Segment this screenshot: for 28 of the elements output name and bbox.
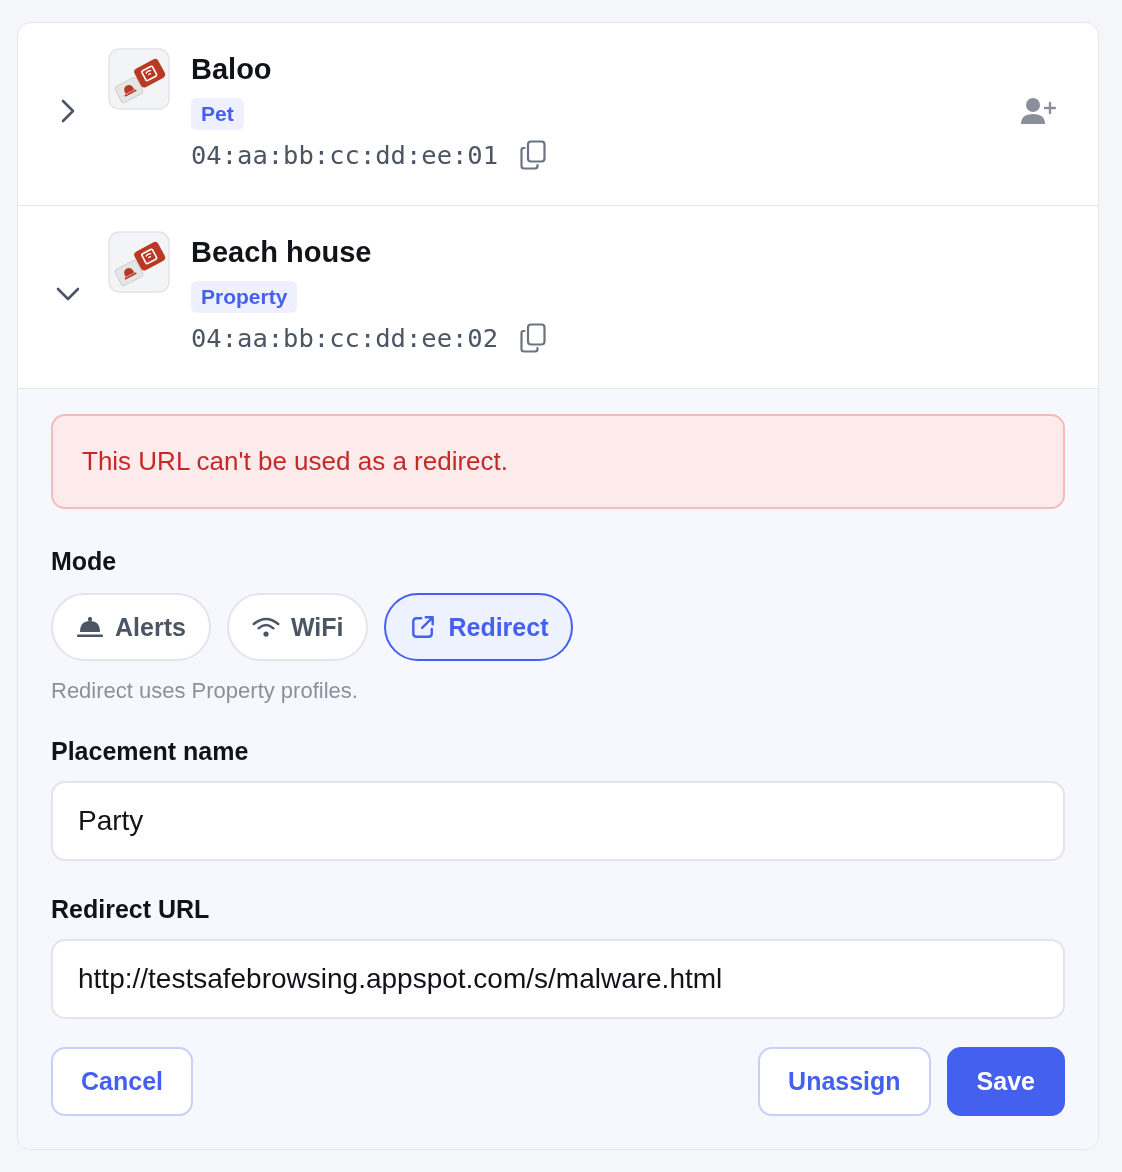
tag-uid: 04:aa:bb:cc:dd:ee:01	[191, 140, 499, 170]
error-alert: This URL can't be used as a redirect.	[51, 414, 1065, 509]
category-tag: Pet	[191, 98, 244, 130]
mode-option[interactable]: WiFi	[226, 593, 369, 661]
action-button[interactable]: Save	[946, 1047, 1065, 1116]
copy-icon[interactable]	[520, 140, 547, 170]
add-person-icon[interactable]	[1020, 96, 1056, 125]
copy-icon[interactable]	[520, 323, 547, 353]
chevron-down-icon[interactable]	[56, 286, 80, 301]
field-label: Redirect URL	[51, 895, 211, 924]
item-name: Beach house	[191, 235, 373, 269]
chevron-right-icon[interactable]	[61, 98, 75, 123]
action-button[interactable]: Cancel	[51, 1047, 193, 1116]
action-button[interactable]: Unassign	[758, 1047, 931, 1116]
text-field[interactable]: http://testsafebrowsing.appspot.com/s/malware.html	[51, 939, 1065, 1019]
tag-cards-icon	[108, 48, 170, 110]
category-tag: Property	[191, 281, 298, 313]
wifi-icon	[251, 615, 280, 639]
field-label: Placement name	[51, 737, 250, 766]
item-name: Baloo	[191, 52, 273, 86]
bell-icon	[76, 615, 104, 639]
mode-option[interactable]: Alerts	[51, 593, 211, 661]
tag-cards-icon	[108, 231, 170, 293]
text-field[interactable]: Party	[51, 781, 1065, 861]
mode-hint: Redirect uses Property profiles.	[51, 678, 359, 704]
tag-uid: 04:aa:bb:cc:dd:ee:02	[191, 323, 499, 353]
mode-option[interactable]: Redirect	[384, 593, 574, 661]
mode-label: Mode	[51, 547, 118, 576]
